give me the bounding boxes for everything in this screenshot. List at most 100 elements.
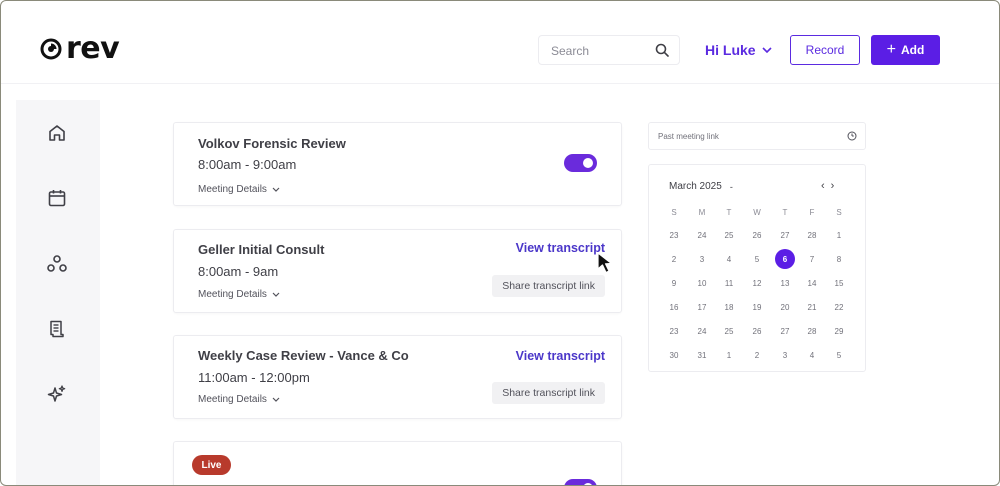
calendar-next-button[interactable]: › bbox=[831, 180, 835, 192]
meeting-details-label: Meeting Details bbox=[198, 184, 267, 195]
meeting-details-label: Meeting Details bbox=[198, 289, 267, 300]
document-icon[interactable] bbox=[44, 316, 70, 342]
toggle-knob bbox=[583, 158, 593, 168]
calendar-day[interactable]: 29 bbox=[829, 321, 849, 341]
past-meeting-link-input[interactable]: Past meeting link bbox=[648, 122, 866, 150]
meeting-card[interactable]: Geller Initial Consult 8:00am - 9am Meet… bbox=[173, 229, 622, 313]
calendar-day-selected[interactable]: 6 bbox=[775, 249, 795, 269]
calendar-day[interactable]: 28 bbox=[802, 321, 822, 341]
chevron-down-icon bbox=[272, 292, 280, 297]
calendar-weekday: T bbox=[782, 207, 788, 217]
chevron-down-icon bbox=[272, 397, 280, 402]
meeting-time: 8:00am - 9am bbox=[198, 264, 279, 279]
calendar-day[interactable]: 7 bbox=[802, 249, 822, 269]
meeting-details-toggle[interactable]: Meeting Details bbox=[198, 394, 280, 405]
add-button-label: Add bbox=[901, 43, 925, 57]
calendar-day[interactable]: 27 bbox=[775, 321, 795, 341]
sparkle-icon[interactable] bbox=[44, 381, 70, 407]
calendar-day[interactable]: 1 bbox=[719, 345, 739, 365]
record-button[interactable]: Record bbox=[790, 35, 860, 65]
calendar-day[interactable]: 31 bbox=[692, 345, 712, 365]
calendar-day[interactable]: 23 bbox=[664, 321, 684, 341]
chevron-down-icon bbox=[272, 187, 280, 192]
clock-icon[interactable] bbox=[847, 131, 857, 141]
share-transcript-button[interactable]: Share transcript link bbox=[492, 275, 605, 297]
calendar-day[interactable]: 26 bbox=[747, 321, 767, 341]
calendar-prev-button[interactable]: ‹ bbox=[821, 180, 825, 192]
greeting-text: Hi Luke bbox=[705, 42, 756, 58]
calendar-day[interactable]: 9 bbox=[664, 273, 684, 293]
calendar-day[interactable]: 16 bbox=[664, 297, 684, 317]
calendar-day[interactable]: 2 bbox=[747, 345, 767, 365]
calendar-day[interactable]: 8 bbox=[829, 249, 849, 269]
meeting-card[interactable]: Live bbox=[173, 441, 622, 486]
calendar-day[interactable]: 20 bbox=[775, 297, 795, 317]
meeting-title: Geller Initial Consult bbox=[198, 242, 325, 257]
calendar-day[interactable]: 3 bbox=[692, 249, 712, 269]
circles-icon[interactable] bbox=[44, 251, 70, 277]
chevron-down-icon bbox=[762, 47, 772, 53]
meeting-title: Volkov Forensic Review bbox=[198, 136, 346, 151]
calendar-day[interactable]: 17 bbox=[692, 297, 712, 317]
meeting-details-toggle[interactable]: Meeting Details bbox=[198, 289, 280, 300]
calendar-weekday: F bbox=[809, 207, 815, 217]
calendar-day[interactable]: 25 bbox=[719, 225, 739, 245]
calendar-day[interactable]: 12 bbox=[747, 273, 767, 293]
calendar-day[interactable]: 27 bbox=[775, 225, 795, 245]
calendar-day[interactable]: 30 bbox=[664, 345, 684, 365]
user-menu[interactable]: Hi Luke bbox=[705, 42, 772, 58]
calendar-day[interactable]: 14 bbox=[802, 273, 822, 293]
calendar-nav: ‹ › bbox=[821, 180, 834, 192]
meeting-card[interactable]: Volkov Forensic Review 8:00am - 9:00am M… bbox=[173, 122, 622, 206]
calendar-weekday: S bbox=[836, 207, 842, 217]
mini-calendar: March 2025 - ‹ › S M T W T F S 23 24 25 26 27 28 1 2 3 4… bbox=[648, 164, 866, 372]
view-transcript-link[interactable]: View transcript bbox=[516, 241, 605, 255]
calendar-month-label: March 2025 bbox=[669, 181, 722, 192]
add-button[interactable]: + Add bbox=[871, 35, 940, 65]
calendar-day[interactable]: 21 bbox=[802, 297, 822, 317]
calendar-day[interactable]: 22 bbox=[829, 297, 849, 317]
calendar-day[interactable]: 25 bbox=[719, 321, 739, 341]
live-badge: Live bbox=[192, 455, 231, 475]
calendar-day[interactable]: 3 bbox=[775, 345, 795, 365]
search-placeholder: Search bbox=[551, 44, 590, 58]
home-icon[interactable] bbox=[44, 120, 70, 146]
top-header: rev Search Hi Luke Record + Add bbox=[0, 0, 1000, 84]
search-icon[interactable] bbox=[655, 43, 669, 57]
record-toggle[interactable] bbox=[564, 154, 597, 172]
calendar-weekday: S bbox=[671, 207, 677, 217]
calendar-day[interactable]: 23 bbox=[664, 225, 684, 245]
calendar-day[interactable]: 10 bbox=[692, 273, 712, 293]
calendar-weekday: W bbox=[753, 207, 761, 217]
meeting-details-toggle[interactable]: Meeting Details bbox=[198, 184, 280, 195]
calendar-day[interactable]: 5 bbox=[829, 345, 849, 365]
search-input[interactable]: Search bbox=[538, 35, 680, 65]
plus-icon: + bbox=[886, 41, 896, 58]
calendar-day[interactable]: 26 bbox=[747, 225, 767, 245]
calendar-month-caret: - bbox=[729, 181, 733, 192]
share-transcript-button[interactable]: Share transcript link bbox=[492, 382, 605, 404]
past-meeting-link-placeholder: Past meeting link bbox=[658, 132, 719, 141]
calendar-day[interactable]: 24 bbox=[692, 225, 712, 245]
record-toggle[interactable] bbox=[564, 479, 597, 486]
view-transcript-link[interactable]: View transcript bbox=[516, 349, 605, 363]
calendar-month-selector[interactable]: March 2025 - bbox=[669, 181, 733, 192]
calendar-day[interactable]: 28 bbox=[802, 225, 822, 245]
calendar-day[interactable]: 1 bbox=[829, 225, 849, 245]
calendar-day[interactable]: 5 bbox=[747, 249, 767, 269]
rev-logo[interactable]: rev bbox=[40, 34, 120, 64]
calendar-day[interactable]: 15 bbox=[829, 273, 849, 293]
calendar-day[interactable]: 18 bbox=[719, 297, 739, 317]
meeting-card[interactable]: Weekly Case Review - Vance & Co 11:00am … bbox=[173, 335, 622, 419]
calendar-day[interactable]: 4 bbox=[719, 249, 739, 269]
mouse-cursor-icon bbox=[597, 252, 613, 274]
calendar-day[interactable]: 2 bbox=[664, 249, 684, 269]
rev-logo-icon bbox=[40, 38, 62, 60]
calendar-icon[interactable] bbox=[44, 185, 70, 211]
calendar-day[interactable]: 13 bbox=[775, 273, 795, 293]
meeting-time: 11:00am - 12:00pm bbox=[198, 370, 310, 385]
calendar-day[interactable]: 24 bbox=[692, 321, 712, 341]
calendar-day[interactable]: 11 bbox=[719, 273, 739, 293]
calendar-day[interactable]: 19 bbox=[747, 297, 767, 317]
calendar-day[interactable]: 4 bbox=[802, 345, 822, 365]
